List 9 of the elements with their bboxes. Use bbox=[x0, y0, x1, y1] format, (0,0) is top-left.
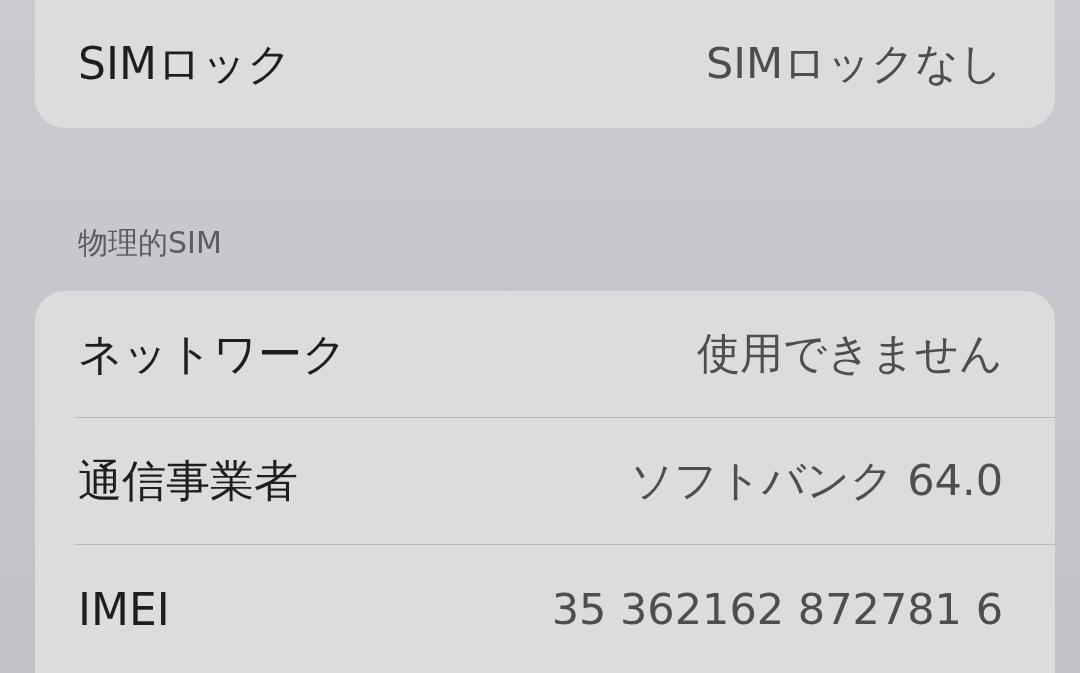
row-label: ネットワーク bbox=[78, 326, 347, 381]
row-label: 通信事業者 bbox=[78, 453, 298, 508]
row-value: 使用できません bbox=[697, 327, 1003, 380]
row-label: IMEI bbox=[78, 583, 170, 635]
row-value: 35 362162 872781 6 bbox=[551, 584, 1003, 634]
row-label: SIMロック bbox=[78, 36, 292, 91]
row-value: SIMロックなし bbox=[705, 37, 1003, 90]
section-header: 物理的SIM bbox=[78, 224, 222, 262]
row-value: ソフトバンク 64.0 bbox=[629, 454, 1003, 507]
